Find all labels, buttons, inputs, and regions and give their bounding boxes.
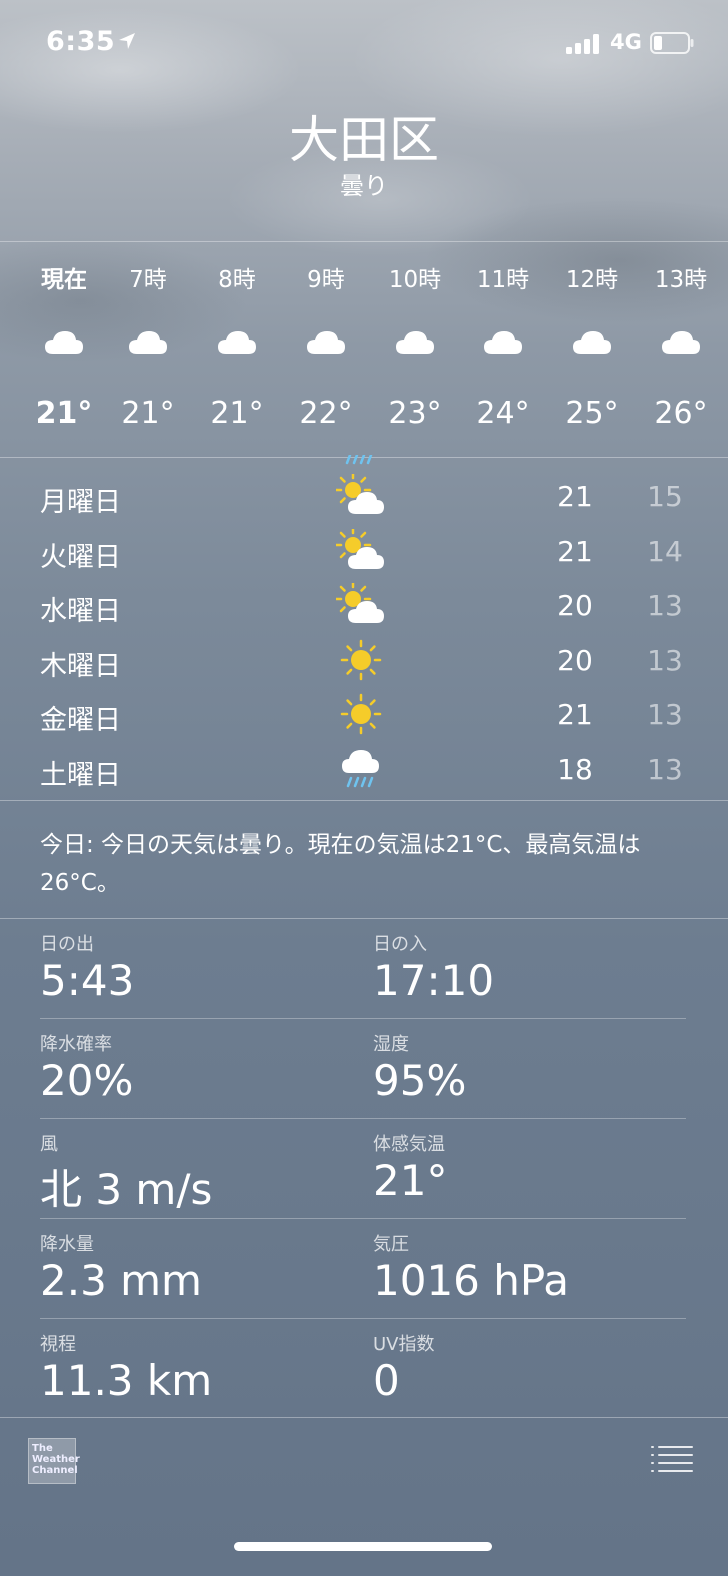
signal-bars-icon [566,34,599,54]
hour-label: 10時 [388,267,442,293]
detail-label: 降水量 [40,1234,94,1255]
detail-value: 1016 hPa [373,1256,570,1305]
day-low: 14 [647,534,683,568]
detail-label: UV指数 [373,1334,435,1355]
current-condition: 曇り [340,172,388,200]
day-name: 水曜日 [40,596,121,627]
detail-label: 風 [40,1134,58,1155]
day-low: 13 [647,698,683,731]
day-low: 15 [647,480,683,513]
partly-sunny-icon [336,474,384,514]
hour-temp: 21° [35,396,93,431]
status-time: 6:35 [46,26,116,57]
cloud-icon [129,331,167,354]
detail-value: 21° [373,1156,448,1205]
hour-temp: 26° [654,396,708,431]
detail-label: 気圧 [373,1234,409,1255]
day-high: 21 [557,534,593,568]
hour-label: 11時 [476,267,530,293]
city-name: 大田区 [289,111,439,169]
hour-label: 9時 [307,267,345,293]
day-low: 13 [647,589,683,622]
divider [0,241,728,242]
day-high: 21 [557,480,593,513]
cloud-icon [662,331,700,354]
day-name: 木曜日 [40,650,121,682]
detail-value: 17:10 [373,956,495,1005]
hour-temp: 22° [299,396,353,431]
list-icon[interactable] [650,1444,694,1474]
hour-label: 現在 [41,267,87,293]
detail-divider [40,1318,686,1319]
detail-value: 20% [40,1056,134,1105]
detail-value: 0 [373,1356,400,1405]
detail-divider [40,1218,686,1219]
cloud-icon [573,331,611,354]
cloud-icon [484,331,522,354]
cloud-icon [45,331,83,354]
hour-label: 12時 [565,267,619,293]
detail-label: 視程 [40,1334,76,1355]
detail-value: 北 3 m/s [40,1165,213,1214]
day-name: 火曜日 [40,541,121,573]
hour-label: 8時 [218,267,256,293]
sun-icon [340,639,382,680]
day-low: 13 [647,643,683,677]
detail-value: 5:43 [40,956,135,1005]
day-name: 金曜日 [40,705,121,736]
cloud-icon [307,331,345,354]
day-high: 20 [557,643,593,677]
detail-label: 降水確率 [40,1034,112,1055]
rain-drops-icon [345,455,373,465]
battery-icon [650,32,694,54]
cloud-icon [396,331,434,354]
weather-channel-logo[interactable]: The Weather Channel [28,1438,80,1484]
detail-value: 2.3 mm [40,1256,202,1305]
hour-temp: 25° [565,396,619,431]
rain-cloud-icon [342,749,379,787]
day-low: 13 [647,752,683,786]
day-high: 20 [557,589,593,622]
hour-label: 7時 [129,267,167,293]
detail-value: 11.3 km [40,1356,213,1405]
detail-divider [40,1018,686,1019]
detail-divider [40,1118,686,1119]
partly-sunny-icon [336,583,384,623]
hour-temp: 21° [121,396,175,431]
partly-sunny-icon [336,528,384,569]
hour-temp: 21° [210,396,264,431]
hour-label: 13時 [654,267,708,293]
sun-icon [340,693,382,735]
detail-label: 体感気温 [373,1134,445,1155]
cloud-icon [218,331,256,354]
divider [0,1417,728,1418]
today-summary: 今日: 今日の天気は曇り。現在の気温は21°C、最高気温は26°C。 [40,832,641,896]
detail-label: 日の出 [40,934,94,955]
day-name: 月曜日 [40,487,121,518]
detail-value: 95% [373,1056,467,1105]
divider [0,918,728,919]
detail-label: 湿度 [373,1034,409,1055]
day-high: 21 [557,698,593,731]
divider [0,800,728,801]
day-name: 土曜日 [40,759,121,791]
hour-temp: 23° [388,396,442,431]
location-arrow-icon [119,33,135,49]
hour-temp: 24° [476,396,530,431]
network-type: 4G [610,30,642,54]
home-indicator[interactable] [234,1542,492,1551]
detail-label: 日の入 [373,934,427,955]
day-high: 18 [557,752,593,786]
